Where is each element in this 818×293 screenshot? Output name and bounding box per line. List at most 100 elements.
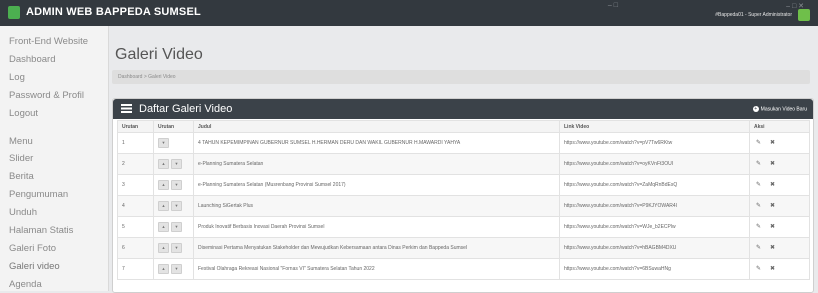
main-content: Galeri Video Dashboard > Galeri Video Da… — [108, 26, 818, 293]
order-controls: ▲ ▼ — [153, 258, 194, 280]
sidebar-item-password-profil[interactable]: Password & Profil — [9, 90, 84, 101]
edit-icon[interactable]: ✎ — [754, 223, 763, 231]
sidebar-item-log[interactable]: Log — [9, 72, 25, 83]
video-title: Launching SiGertak Plus — [193, 195, 560, 217]
move-down-icon[interactable]: ▼ — [171, 201, 182, 211]
sidebar-item-galeri-video[interactable]: Galeri video — [9, 261, 60, 272]
row-actions: ✎ ✖ — [749, 153, 810, 175]
delete-icon[interactable]: ✖ — [768, 139, 777, 147]
row-actions: ✎ ✖ — [749, 237, 810, 259]
delete-icon[interactable]: ✖ — [768, 202, 777, 210]
sidebar-item-galeri-foto[interactable]: Galeri Foto — [9, 243, 56, 254]
add-video-button[interactable]: + Masukan Video Baru — [752, 106, 807, 113]
move-down-icon[interactable]: ▼ — [171, 243, 182, 253]
app-title: ADMIN WEB BAPPEDA SUMSEL — [26, 6, 201, 18]
edit-icon[interactable]: ✎ — [754, 181, 763, 189]
top-bar: ADMIN WEB BAPPEDA SUMSEL – □ – □ ✕ #Bapp… — [0, 0, 818, 26]
video-link[interactable]: https://www.youtube.com/watch?v=oyKVnFt3… — [559, 153, 750, 175]
video-link[interactable]: https://www.youtube.com/watch?v=P9KJYOWA… — [559, 195, 750, 217]
table-row: 2 ▲ ▼ e-Planning Sumatera Selatan https:/… — [117, 153, 810, 175]
row-number: 4 — [117, 195, 154, 217]
edit-icon[interactable]: ✎ — [754, 265, 763, 273]
app-logo — [8, 6, 20, 19]
move-up-icon[interactable]: ▲ — [158, 180, 169, 190]
move-up-icon[interactable]: ▲ — [158, 264, 169, 274]
move-down-icon[interactable]: ▼ — [171, 222, 182, 232]
move-up-icon[interactable]: ▲ — [158, 201, 169, 211]
move-down-icon[interactable]: ▼ — [171, 180, 182, 190]
row-actions: ✎ ✖ — [749, 132, 810, 154]
plus-icon: + — [752, 106, 759, 112]
video-title: Festival Olahraga Rekreasi Nasional "For… — [193, 258, 560, 280]
column-header[interactable]: Link Video — [559, 120, 750, 133]
table-header-row: Urutan Urutan Judul Link Video Aksi — [117, 120, 810, 133]
delete-icon[interactable]: ✖ — [768, 181, 777, 189]
row-number: 2 — [117, 153, 154, 175]
sidebar-item-agenda[interactable]: Agenda — [9, 279, 42, 290]
breadcrumb-text[interactable]: Dashboard > Galeri Video — [118, 74, 176, 80]
row-number: 3 — [117, 174, 154, 196]
sidebar-item-unduh[interactable]: Unduh — [9, 207, 37, 218]
move-up-icon[interactable]: ▲ — [158, 159, 169, 169]
delete-icon[interactable]: ✖ — [768, 265, 777, 273]
video-link[interactable]: https://www.youtube.com/watch?v=ZaMqRnBd… — [559, 174, 750, 196]
list-icon — [121, 104, 132, 113]
order-controls: ▲ ▼ — [153, 153, 194, 175]
video-link[interactable]: https://www.youtube.com/watch?v=pV7Tw6RK… — [559, 132, 750, 154]
table-row: 5 ▲ ▼ Produk Inovatif Berbasis Inovasi Da… — [117, 216, 810, 238]
sidebar-item-halaman-statis[interactable]: Halaman Statis — [9, 225, 73, 236]
move-up-icon[interactable]: ▲ — [158, 243, 169, 253]
video-title: e-Planning Sumatera Selatan — [193, 153, 560, 175]
move-down-icon[interactable]: ▼ — [171, 264, 182, 274]
video-link[interactable]: https://www.youtube.com/watch?v=hBAGBM4D… — [559, 237, 750, 259]
edit-icon[interactable]: ✎ — [754, 244, 763, 252]
column-header[interactable]: Urutan — [153, 120, 194, 133]
delete-icon[interactable]: ✖ — [768, 244, 777, 252]
avatar[interactable] — [798, 9, 810, 21]
panel-header: Daftar Galeri Video + Masukan Video Baru — [113, 99, 813, 119]
breadcrumb: Dashboard > Galeri Video — [112, 70, 810, 84]
video-title: 4 TAHUN KEPEMIMPINAN GUBERNUR SUMSEL H.H… — [193, 132, 560, 154]
sidebar-item-pengumuman[interactable]: Pengumuman — [9, 189, 68, 200]
delete-icon[interactable]: ✖ — [768, 223, 777, 231]
panel-title: Daftar Galeri Video — [139, 103, 233, 115]
order-controls: ▲ ▼ — [153, 216, 194, 238]
table-row: 3 ▲ ▼ e-Planning Sumatera Selatan (Musren… — [117, 174, 810, 196]
video-link[interactable]: https://www.youtube.com/watch?v=WJe_b2EC… — [559, 216, 750, 238]
row-number: 7 — [117, 258, 154, 280]
order-controls: ▲ ▼ — [153, 195, 194, 217]
add-video-label: Masukan Video Baru — [760, 106, 807, 113]
video-table: Urutan Urutan Judul Link Video Aksi 1 ▼ … — [117, 120, 810, 280]
row-actions: ✎ ✖ — [749, 258, 810, 280]
row-number: 5 — [117, 216, 154, 238]
row-number: 1 — [117, 132, 154, 154]
edit-icon[interactable]: ✎ — [754, 202, 763, 210]
table-row: 4 ▲ ▼ Launching SiGertak Plus https://www… — [117, 195, 810, 217]
edit-icon[interactable]: ✎ — [754, 160, 763, 168]
video-link[interactable]: https://www.youtube.com/watch?v=6BSuwaHN… — [559, 258, 750, 280]
video-list-panel: Daftar Galeri Video + Masukan Video Baru … — [112, 98, 814, 293]
sidebar-item-berita[interactable]: Berita — [9, 171, 34, 182]
move-down-icon[interactable]: ▼ — [171, 159, 182, 169]
video-title: Produk Inovatif Berbasis Inovasi Daerah … — [193, 216, 560, 238]
order-controls: ▲ ▼ — [153, 174, 194, 196]
column-header[interactable]: Aksi — [749, 120, 810, 133]
delete-icon[interactable]: ✖ — [768, 160, 777, 168]
sidebar-item-dashboard[interactable]: Dashboard — [9, 54, 55, 65]
video-title: Diseminasi Pertama Menyatukan Stakeholde… — [193, 237, 560, 259]
sidebar-item-front-end-website[interactable]: Front-End Website — [9, 36, 88, 47]
move-up-icon[interactable]: ▲ — [158, 222, 169, 232]
column-header[interactable]: Urutan — [117, 120, 154, 133]
edit-icon[interactable]: ✎ — [754, 139, 763, 147]
column-header[interactable]: Judul — [193, 120, 560, 133]
sidebar-item-slider[interactable]: Slider — [9, 153, 33, 164]
table-row: 6 ▲ ▼ Diseminasi Pertama Menyatukan Stake… — [117, 237, 810, 259]
order-controls: ▼ — [153, 132, 194, 154]
move-down-icon[interactable]: ▼ — [158, 138, 169, 148]
sidebar-item-logout[interactable]: Logout — [9, 108, 38, 119]
window-control-icon[interactable]: – □ — [608, 2, 618, 9]
row-actions: ✎ ✖ — [749, 174, 810, 196]
sidebar-item-menu[interactable]: Menu — [9, 136, 33, 147]
video-title: e-Planning Sumatera Selatan (Musrenbang … — [193, 174, 560, 196]
user-info[interactable]: #Bappeda01 - Super Administrator — [715, 12, 792, 18]
